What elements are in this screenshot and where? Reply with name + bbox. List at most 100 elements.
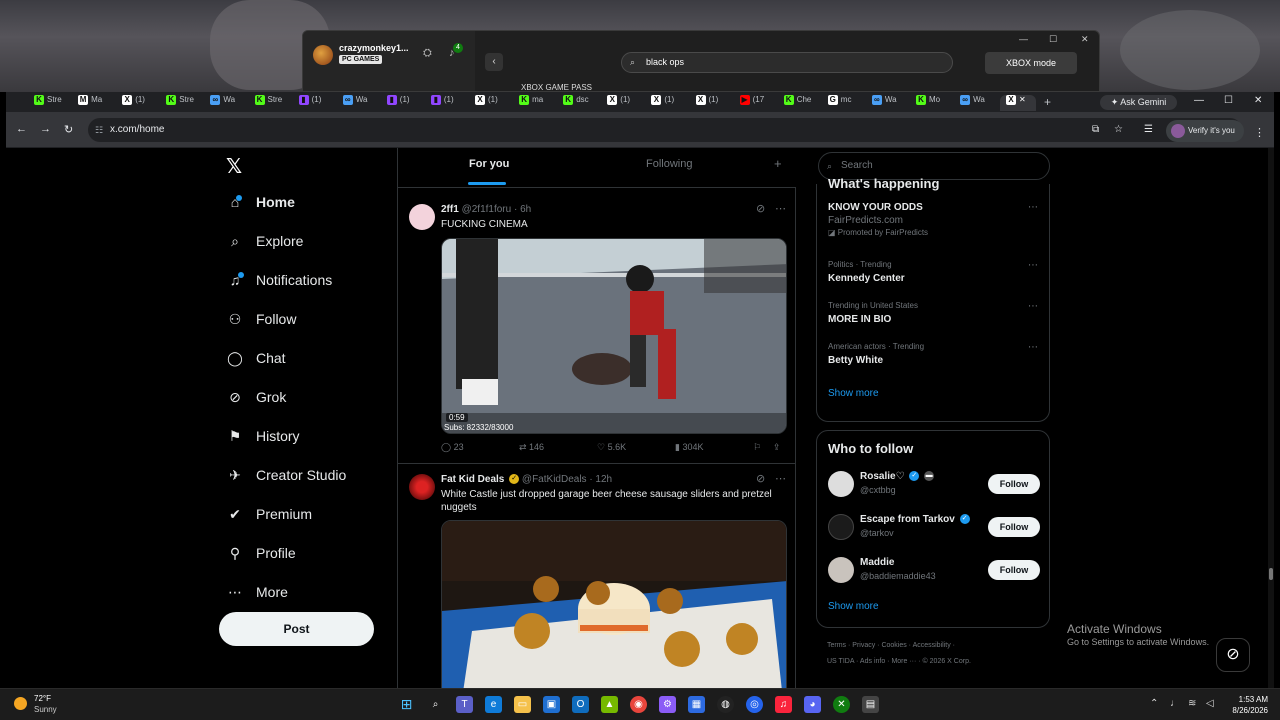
close-icon[interactable]: ✕ [1081, 34, 1089, 45]
grok-fab-icon[interactable]: ⊘ [1216, 638, 1250, 672]
trend-item[interactable]: Trending in United States MORE IN BIO [828, 301, 918, 325]
xbox-icon[interactable]: ✕ [833, 696, 850, 713]
url-input[interactable]: ☷ x.com/home ⧉ ☆ ☰ [88, 118, 1242, 142]
browser-tab[interactable]: ∞ Wa [871, 95, 914, 111]
reply-button[interactable]: ◯ 23 [441, 442, 464, 453]
x-logo-icon[interactable]: 𝕏 [226, 154, 242, 179]
clock[interactable]: 1:53 AM 8/26/2026 [1228, 694, 1268, 716]
site-info-icon[interactable]: ☷ [95, 118, 103, 142]
nvidia-icon[interactable]: ▲ [601, 696, 618, 713]
bookmark-icon[interactable]: ⚐ [753, 442, 761, 453]
verify-profile-button[interactable]: Verify it's you [1166, 120, 1244, 142]
browser-tab[interactable]: ∞ Wa [960, 95, 1002, 111]
tray-chevron-icon[interactable]: ⌃ [1150, 698, 1158, 709]
xbox-mode-button[interactable]: XBOX mode [985, 52, 1077, 74]
search-icon[interactable]: ⌕ [427, 696, 444, 713]
browser-tab[interactable]: ▶ (17 [739, 95, 782, 111]
trend-item[interactable]: American actors · Trending Betty White [828, 342, 924, 366]
outlook-icon[interactable]: O [572, 696, 589, 713]
volume-icon[interactable]: ◁ [1206, 698, 1214, 709]
new-tab-button[interactable]: + [1044, 95, 1051, 109]
show-more-link[interactable]: Show more [828, 601, 879, 612]
reading-list-icon[interactable]: ☰ [1144, 118, 1153, 142]
browser-tab[interactable]: ▮ (1) [386, 95, 429, 111]
browser-tab[interactable]: M Ma [78, 95, 120, 111]
trend-more-icon[interactable]: ⋯ [1028, 301, 1038, 312]
post-button[interactable]: Post [219, 612, 374, 646]
start-icon[interactable]: ⊞ [398, 696, 415, 713]
controller-icon[interactable]: ⛭ [423, 47, 432, 60]
scrollbar-thumb[interactable] [1269, 568, 1273, 580]
forward-arrow-icon[interactable]: → [40, 123, 51, 135]
add-feed-icon[interactable]: + [774, 156, 782, 171]
discord-icon[interactable]: ◕ [804, 696, 821, 713]
tweet-author[interactable]: Fat Kid Deals ✓ @FatKidDeals · 12h [441, 474, 612, 485]
tab-for-you[interactable]: For you [469, 158, 509, 170]
nav-history[interactable]: ⚑ History [226, 428, 300, 452]
more-icon[interactable]: ⋯ [775, 472, 786, 485]
controller-app-icon[interactable]: ⚙ [659, 696, 676, 713]
file-explorer-icon[interactable]: ▭ [514, 696, 531, 713]
nav-grok[interactable]: ⊘ Grok [226, 389, 286, 413]
scrollbar[interactable] [1268, 148, 1274, 688]
grok-icon[interactable]: ⊘ [756, 202, 765, 215]
browser-tab[interactable]: ∞ Wa [210, 95, 252, 111]
store-icon[interactable]: ▣ [543, 696, 560, 713]
minimize-icon[interactable]: — [1019, 34, 1028, 44]
minimize-icon[interactable]: — [1194, 95, 1204, 106]
follow-button[interactable]: Follow [988, 517, 1040, 537]
trend-more-icon[interactable]: ⋯ [1028, 260, 1038, 271]
follow-button[interactable]: Follow [988, 560, 1040, 580]
nav-more[interactable]: ⋯ More [226, 584, 288, 608]
browser-tab[interactable]: K Che [783, 95, 826, 111]
maximize-icon[interactable]: ☐ [1224, 95, 1233, 106]
browser-tab[interactable]: ▮ (1) [430, 95, 473, 111]
browser-tab[interactable]: X (1) [475, 95, 517, 111]
avatar[interactable] [828, 514, 854, 540]
microphone-icon[interactable]: ♩ [1170, 698, 1180, 709]
chrome-menu-icon[interactable]: ⋮ [1254, 126, 1265, 139]
browser-tab[interactable]: Kma [519, 95, 561, 111]
tweet[interactable]: Fat Kid Deals ✓ @FatKidDeals · 12h ⊘ ⋯ W… [398, 464, 796, 688]
follow-button[interactable]: Follow [988, 474, 1040, 494]
browser-tab[interactable]: K Stre [166, 95, 208, 111]
app-icon[interactable]: ▦ [688, 696, 705, 713]
reload-icon[interactable]: ↻ [64, 123, 73, 136]
nav-explore[interactable]: ⌕ Explore [226, 233, 303, 257]
teams-icon[interactable]: T [456, 696, 473, 713]
browser-tab[interactable]: X (1) [651, 95, 693, 111]
browser-tab[interactable]: Kdsc [563, 95, 605, 111]
tab-close-icon[interactable]: ✕ [1019, 95, 1026, 104]
trend-more-icon[interactable]: ⋯ [1028, 202, 1038, 213]
avatar[interactable] [828, 557, 854, 583]
browser-tab[interactable]: K Mo [916, 95, 958, 111]
tweet[interactable]: 2ff1 @2f1f1foru · 6h ⊘ ⋯ FUCKING CINEMA [398, 194, 796, 464]
chrome-icon[interactable]: ◉ [630, 696, 647, 713]
bookmark-star-icon[interactable]: ☆ [1114, 118, 1123, 142]
tweet-author[interactable]: 2ff1 @2f1f1foru · 6h [441, 204, 531, 215]
trend-item[interactable]: KNOW YOUR ODDS FairPredicts.com ◪ Promot… [828, 202, 928, 237]
ask-gemini-button[interactable]: ✦ Ask Gemini [1100, 95, 1177, 110]
wifi-icon[interactable]: ≋ [1188, 698, 1196, 709]
browser-tab[interactable]: K Stre [34, 95, 76, 111]
nav-follow[interactable]: ⚇ Follow [226, 311, 297, 335]
avatar[interactable] [409, 204, 435, 230]
xbox-search-input[interactable]: ⌕ black ops [621, 52, 953, 73]
nav-profile[interactable]: ⚲ Profile [226, 545, 296, 569]
music-icon[interactable]: ♫ [775, 696, 792, 713]
browser-tab[interactable]: X (1) [122, 95, 164, 111]
app-icon[interactable]: ◎ [746, 696, 763, 713]
maximize-icon[interactable]: ☐ [1049, 34, 1057, 45]
back-button[interactable]: ‹ [485, 53, 503, 71]
footer-links[interactable]: Terms · Privacy · Cookies · Accessibilit… [827, 642, 955, 649]
nav-premium[interactable]: ✔ Premium [226, 506, 312, 530]
trend-more-icon[interactable]: ⋯ [1028, 342, 1038, 353]
tab-following[interactable]: Following [646, 158, 692, 170]
nav-chat[interactable]: ◯ Chat [226, 350, 285, 374]
like-button[interactable]: ♡ 5.6K [597, 442, 626, 453]
nav-creator-studio[interactable]: ✈ Creator Studio [226, 467, 346, 491]
tab-active[interactable]: X ✕ [1000, 95, 1036, 111]
browser-tab[interactable]: ▮ (1) [298, 95, 341, 111]
browser-tab[interactable]: X (1) [607, 95, 649, 111]
views-button[interactable]: ▮ 304K [675, 442, 703, 453]
